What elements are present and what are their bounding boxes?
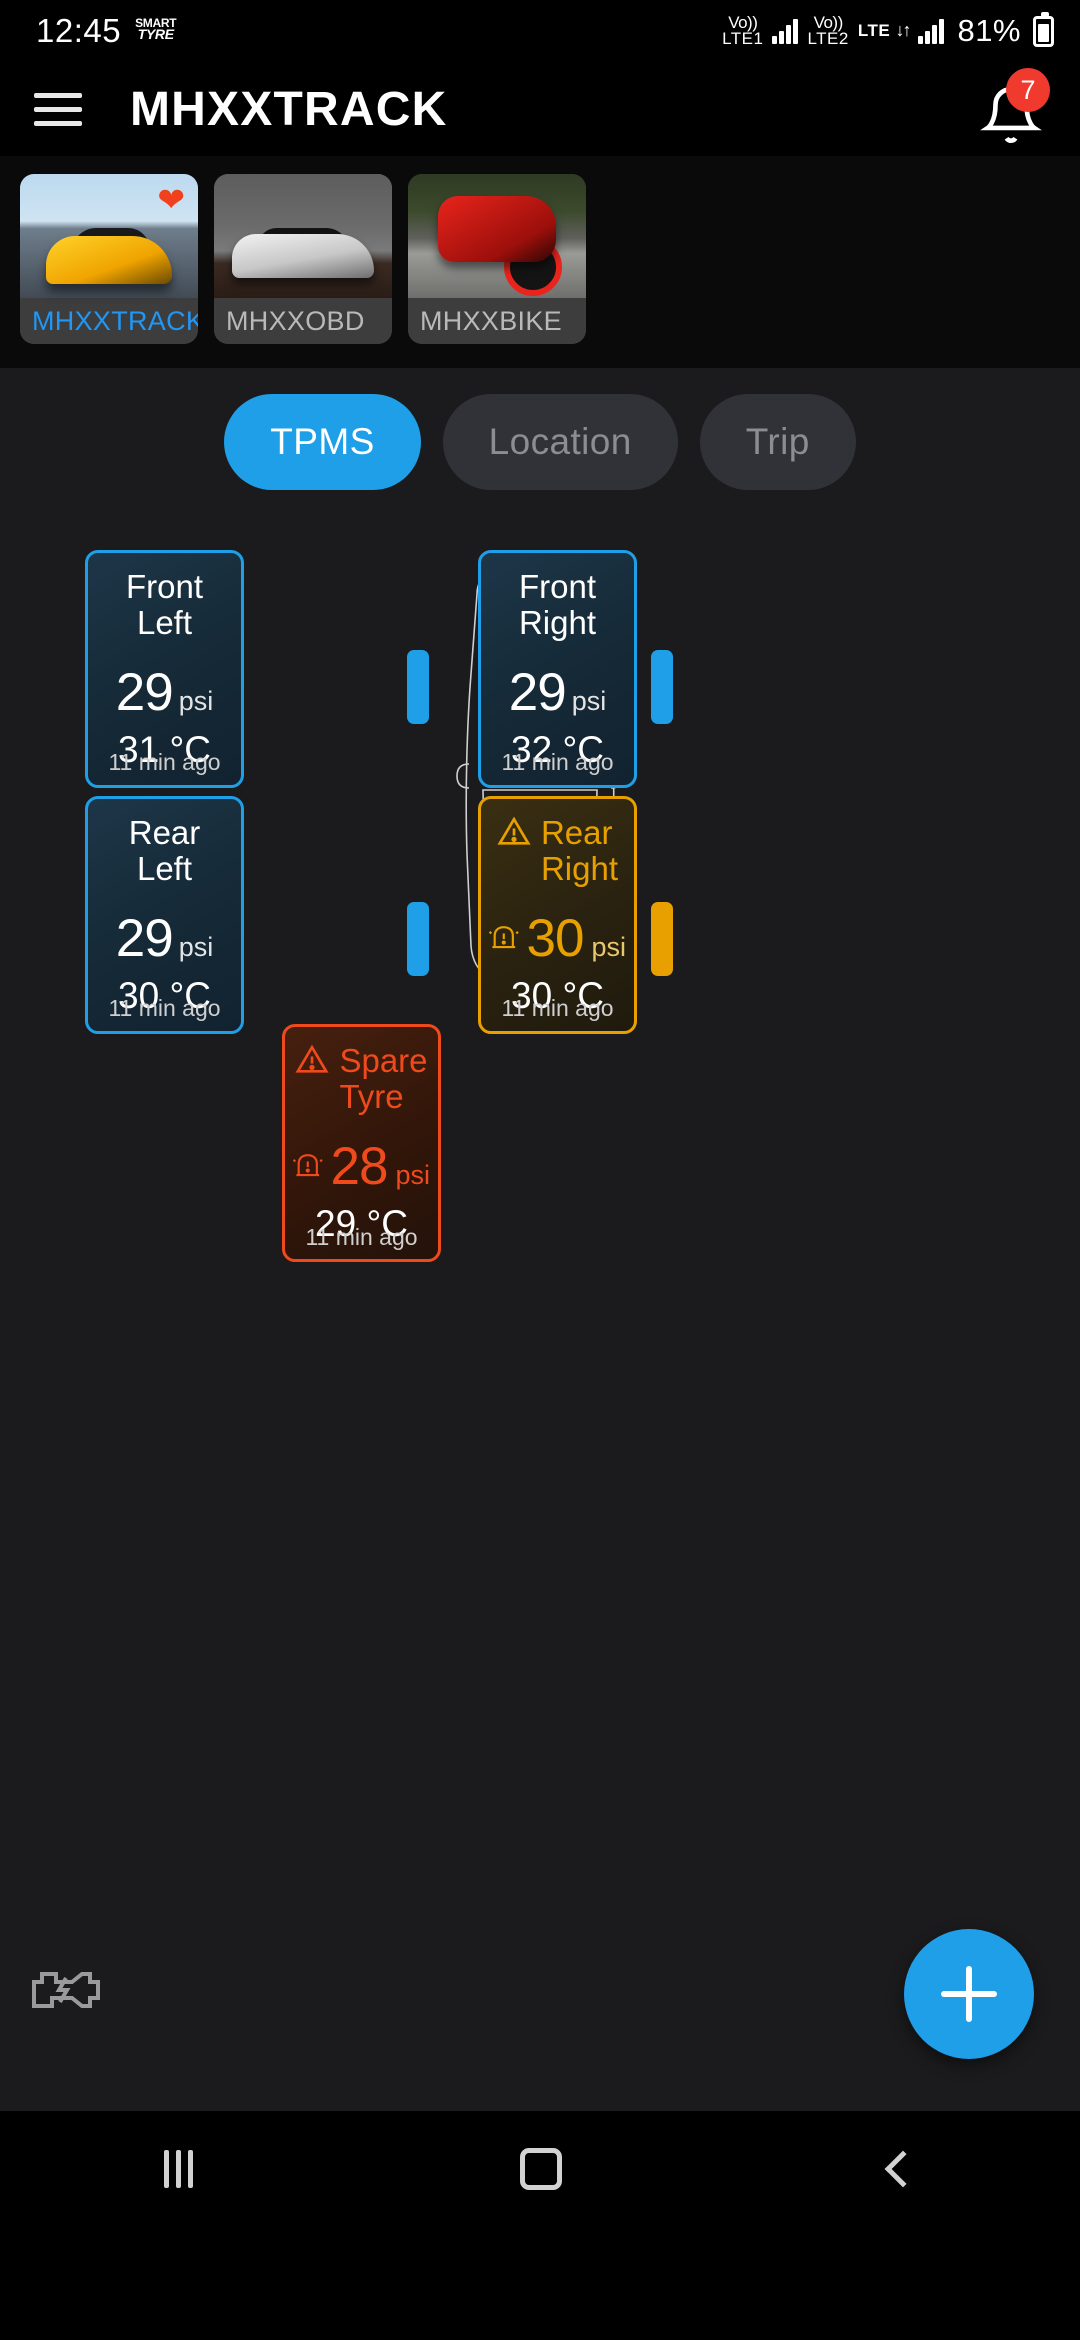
hamburger-menu-icon[interactable] [34,92,82,126]
tpms-pressure-icon [489,926,519,949]
status-bar-clock: 12:45 [36,12,122,49]
android-navigation-bar [0,2111,1080,2226]
tyre-name-line2: Left [136,849,193,887]
vehicle-photo [214,174,392,298]
tyre-name-line2: Right [518,603,597,641]
battery-percent-label: 81% [957,13,1021,48]
tyre-pressure-value: 29 [115,663,174,723]
vehicle-card-mhxxobd[interactable]: MHXXOBD [214,174,392,344]
tyre-timestamp-front-right: 11 min ago [501,749,614,775]
tyre-name-line1: Rear [128,814,201,851]
status-bar: 12:45 SMART TYRE Vo)) LTE1 Vo)) LTE2 LTE… [0,0,1080,62]
favorite-heart-icon[interactable]: ❤ [157,183,185,216]
vehicle-photo: ❤ [20,174,198,298]
smart-tyre-app-icon: SMART TYRE [135,17,176,43]
sim2-network-label: LTE2 [807,29,849,48]
tyre-pressure-unit: psi [571,686,607,717]
warning-triangle-icon [295,1044,329,1073]
car-tyre-rear-right [651,902,673,976]
tpms-pressure-icon [293,1154,323,1177]
tyre-name-line2: Right [540,849,619,887]
car-tyre-front-right [651,650,673,724]
tyre-pressure-value: 29 [508,663,567,723]
tyre-name-line1: Rear [540,814,613,851]
sim1-signal-bars-icon [772,18,799,44]
vehicle-card-mhxxtrack[interactable]: ❤ MHXXTRACK [20,174,198,344]
car-tyre-rear-left [407,902,429,976]
lte-label: LTE [857,21,891,41]
status-bar-indicators: Vo)) LTE1 Vo)) LTE2 LTE ↓↑ 81% [722,11,1054,49]
sim1-network-indicator: Vo)) LTE1 [722,14,764,48]
tyre-pressure-value: 28 [330,1137,389,1197]
tab-location[interactable]: Location [442,394,678,490]
back-button[interactable] [884,2150,922,2187]
tyre-pressure-value: 29 [115,909,174,969]
tpms-page: TPMS Location Trip Front Left 29 psi 31 … [0,368,1080,2111]
tyre-timestamp-rear-left: 11 min ago [108,995,221,1021]
tyre-pressure-unit: psi [591,932,626,963]
tyre-name-line1: Front [125,568,204,605]
recents-button[interactable] [163,2149,193,2188]
sim2-signal-bars-icon [918,18,945,44]
page-title: MHXXTRACK [130,82,448,136]
app-icon-line2: TYRE [137,26,174,43]
tyre-name-line2: Tyre [339,1077,404,1115]
vehicle-photo [408,174,586,298]
warning-triangle-icon [497,816,531,845]
sim1-network-label: LTE1 [722,29,764,48]
notification-count-badge: 7 [1006,68,1050,112]
tyre-name-line2: Left [136,603,193,641]
tyre-timestamp-front-left: 11 min ago [108,749,221,775]
tab-trip[interactable]: Trip [699,394,856,490]
tyre-timestamp-rear-right: 11 min ago [501,995,614,1021]
data-transfer-arrows-icon: ↓↑ [895,20,911,41]
engine-obd-icon [32,1972,100,2008]
tyre-pressure-unit: psi [178,932,214,963]
engine-diagnostics-button[interactable] [28,1958,104,2025]
battery-icon [1033,11,1054,47]
tyre-name-line1: Spare [339,1042,428,1079]
tyre-diagram: Front Left 29 psi 31 °C 11 min ago Front… [0,544,1080,1544]
vehicle-card-label: MHXXBIKE [408,298,586,344]
vehicle-card-label: MHXXTRACK [20,298,198,344]
view-tabs: TPMS Location Trip [0,368,1080,490]
home-button[interactable] [520,2147,563,2190]
tyre-timestamp-spare: 11 min ago [305,1224,418,1250]
sim2-network-indicator: Vo)) LTE2 [807,14,849,48]
tyre-pressure-unit: psi [395,1160,430,1191]
add-device-button[interactable] [904,1929,1034,2059]
vehicle-card-mhxxbike[interactable]: MHXXBIKE [408,174,586,344]
tyre-pressure-value: 30 [526,909,585,969]
tyre-name-line1: Front [518,568,597,605]
tab-tpms[interactable]: TPMS [224,394,421,490]
tyre-pressure-unit: psi [178,686,214,717]
app-bar: MHXXTRACK 7 [0,62,1080,156]
notifications-button[interactable]: 7 [976,68,1050,144]
vehicle-card-label: MHXXOBD [214,298,392,344]
car-tyre-front-left [407,650,429,724]
vehicle-selector-strip: ❤ MHXXTRACK MHXXOBD MHXXBIKE [0,156,1080,368]
lte-data-indicator: LTE ↓↑ [857,20,912,41]
